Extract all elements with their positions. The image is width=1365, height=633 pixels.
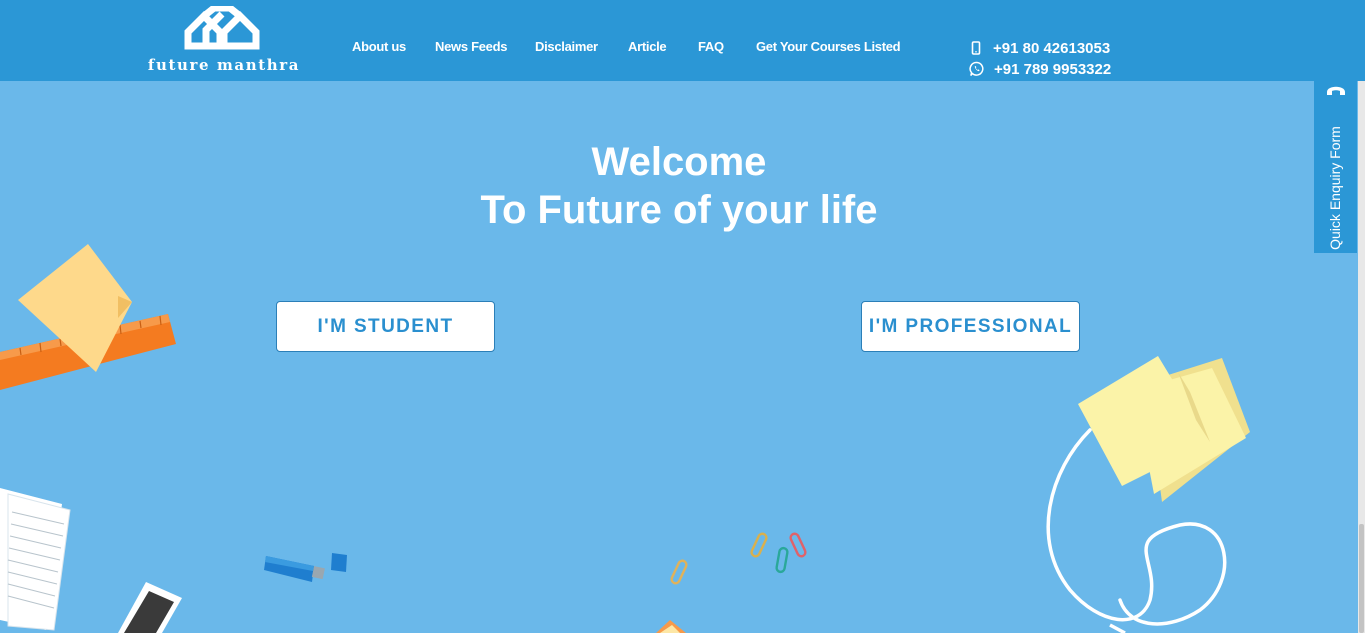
hero-title-line2: To Future of your life: [480, 188, 878, 232]
sticky-notes-illustration: [1078, 356, 1250, 502]
phone-icon: [1327, 86, 1345, 95]
hero-title-line1: Welcome: [591, 140, 767, 184]
quick-enquiry-tab[interactable]: Quick Enquiry Form: [1314, 80, 1357, 253]
paper-stack-illustration: [0, 488, 71, 631]
quick-enquiry-label: Quick Enquiry Form: [1327, 126, 1343, 250]
background-illustration: [0, 244, 1250, 633]
hero-title: Welcome To Future of your life: [0, 138, 1358, 234]
paper-clips-illustration: [670, 532, 807, 585]
phone-illustration: [118, 582, 182, 633]
im-professional-button[interactable]: I'M PROFESSIONAL: [861, 301, 1080, 352]
usb-drive-illustration: [264, 553, 347, 582]
page-scrollbar-thumb[interactable]: [1359, 524, 1364, 633]
im-student-button[interactable]: I'M STUDENT: [276, 301, 495, 352]
